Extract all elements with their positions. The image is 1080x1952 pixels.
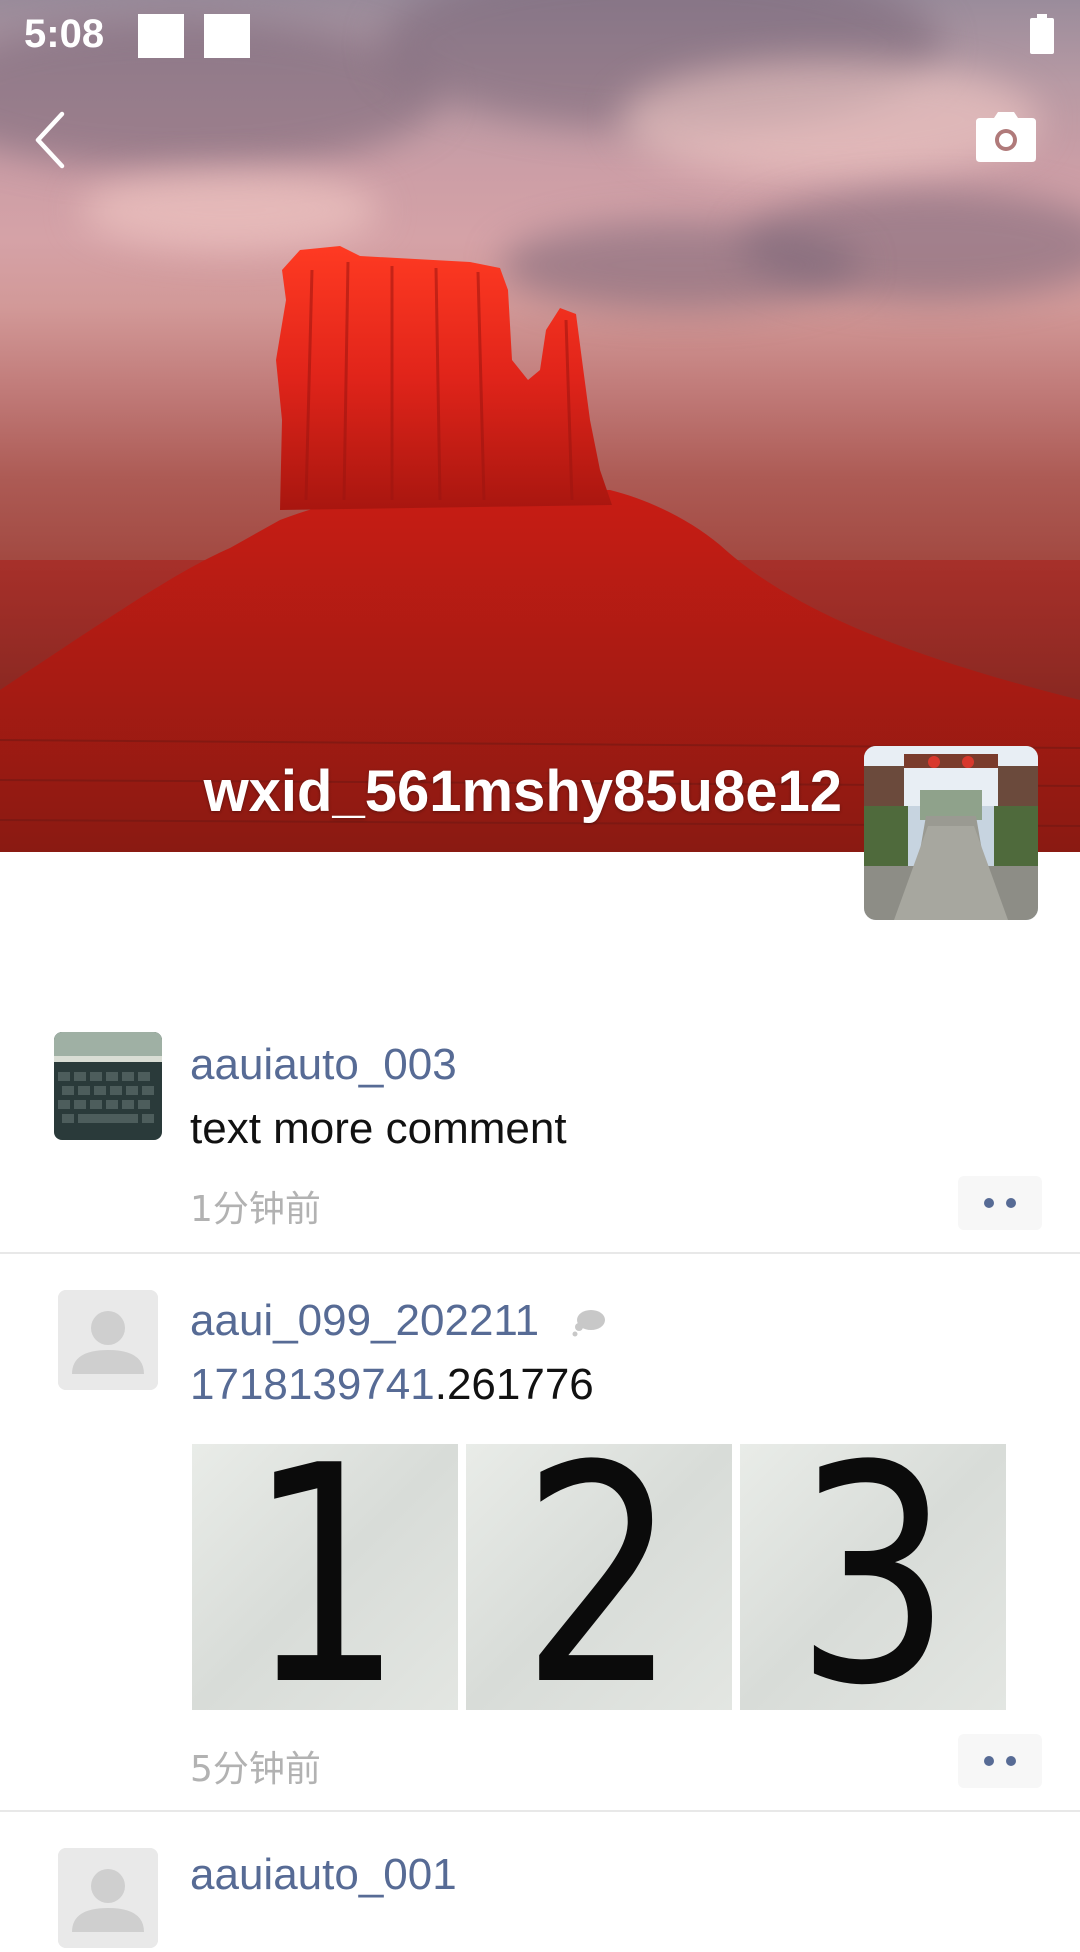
default-person-icon <box>58 1290 158 1390</box>
dot-icon <box>1006 1198 1016 1208</box>
notification-icon <box>204 14 250 58</box>
post-text: 1718139741.261776 <box>190 1360 594 1410</box>
battery-icon <box>1030 14 1054 54</box>
post-image[interactable]: 2 <box>466 1444 732 1710</box>
profile-avatar[interactable] <box>864 746 1038 920</box>
back-icon[interactable] <box>30 108 74 172</box>
post-text-link[interactable]: 1718139741 <box>190 1360 435 1409</box>
photo-grid: 1 2 3 <box>192 1444 1006 1710</box>
chat-bubble-icon <box>572 1310 605 1337</box>
post-username[interactable]: aauiauto_001 <box>190 1850 457 1900</box>
image-digit: 2 <box>520 1444 678 1710</box>
image-digit: 3 <box>794 1444 952 1710</box>
dot-icon <box>1006 1756 1016 1766</box>
more-actions-button[interactable] <box>958 1176 1042 1230</box>
camera-icon[interactable] <box>976 112 1036 162</box>
post-image[interactable]: 1 <box>192 1444 458 1710</box>
user-avatar[interactable] <box>54 1032 162 1140</box>
user-avatar[interactable] <box>58 1290 158 1390</box>
post-text: text more comment <box>190 1104 567 1153</box>
post-time: 1分钟前 <box>190 1189 321 1230</box>
moments-feed: aauiauto_003 text more comment 1分钟前 aaui… <box>0 1000 1080 1952</box>
feed-post: aauiauto_001 <box>0 1812 1080 1952</box>
status-time: 5:08 <box>24 12 105 56</box>
post-username[interactable]: aauiauto_003 <box>190 1040 457 1090</box>
post-image[interactable]: 3 <box>740 1444 1006 1710</box>
image-digit: 1 <box>246 1444 404 1710</box>
more-actions-button[interactable] <box>958 1734 1042 1788</box>
default-person-icon <box>58 1848 158 1948</box>
dot-icon <box>984 1756 994 1766</box>
feed-post: aaui_099_202211 1718139741.261776 1 2 3 … <box>0 1254 1080 1812</box>
post-time: 5分钟前 <box>190 1749 321 1790</box>
feed-post: aauiauto_003 text more comment 1分钟前 <box>0 1000 1080 1254</box>
notification-icon <box>138 14 184 58</box>
status-bar: 5:08 <box>0 0 1080 76</box>
user-avatar[interactable] <box>58 1848 158 1948</box>
mesa-landscape <box>0 246 1080 852</box>
cover-photo[interactable]: 5:08 wxid_561mshy85u8e12 <box>0 0 1080 852</box>
dot-icon <box>984 1198 994 1208</box>
post-username[interactable]: aaui_099_202211 <box>190 1296 539 1346</box>
profile-name[interactable]: wxid_561mshy85u8e12 <box>204 758 842 825</box>
post-text-rest: .261776 <box>434 1360 594 1409</box>
